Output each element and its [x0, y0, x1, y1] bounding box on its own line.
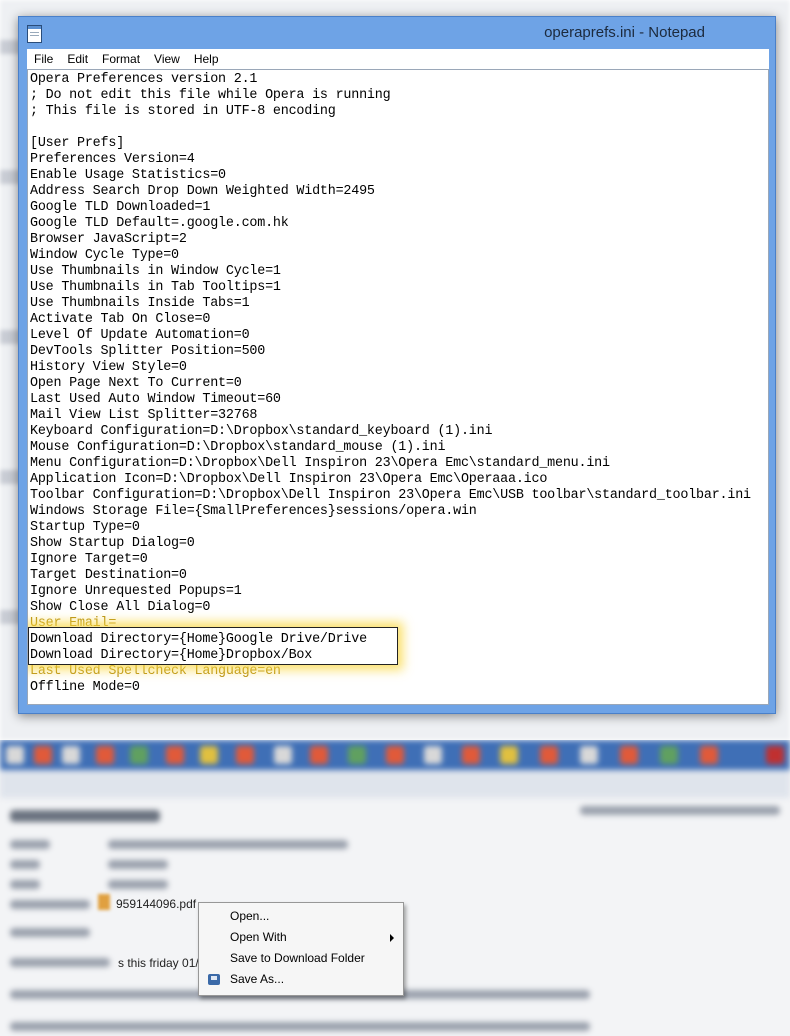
text-line: Offline Mode=0 [30, 680, 140, 695]
text-line: ; Do not edit this file while Opera is r… [30, 88, 391, 103]
attachment-name[interactable]: 959144096.pdf [116, 897, 196, 911]
text-line: Opera Preferences version 2.1 [30, 72, 258, 87]
text-line: Keyboard Configuration=D:\Dropbox\standa… [30, 424, 493, 439]
text-line [30, 120, 768, 136]
menu-format[interactable]: Format [95, 49, 147, 69]
text-line: Download Directory={Home}Dropbox/Box [30, 648, 313, 663]
text-line: Activate Tab On Close=0 [30, 312, 211, 327]
menu-item-save-to-download-folder[interactable]: Save to Download Folder [199, 948, 403, 969]
text-line: Address Search Drop Down Weighted Width=… [30, 184, 375, 199]
menu-item-open[interactable]: Open... [199, 906, 403, 927]
submenu-arrow-icon [390, 934, 394, 942]
text-line: History View Style=0 [30, 360, 187, 375]
text-line: Windows Storage File={SmallPreferences}s… [30, 504, 477, 519]
window-title: operaprefs.ini - Notepad [544, 24, 705, 41]
text-line: Ignore Target=0 [30, 552, 148, 567]
menu-item-label: Open With [230, 930, 287, 944]
text-line: Last Used Auto Window Timeout=60 [30, 392, 281, 407]
text-line: Show Startup Dialog=0 [30, 536, 195, 551]
text-line: Toolbar Configuration=D:\Dropbox\Dell In… [30, 488, 751, 503]
text-line: Menu Configuration=D:\Dropbox\Dell Inspi… [30, 456, 610, 471]
text-line: Google TLD Downloaded=1 [30, 200, 211, 215]
text-line: Preferences Version=4 [30, 152, 195, 167]
text-line: Mail View List Splitter=32768 [30, 408, 258, 423]
text-line: Startup Type=0 [30, 520, 140, 535]
text-line: [User Prefs] [30, 136, 125, 151]
text-line: Use Thumbnails in Tab Tooltips=1 [30, 280, 281, 295]
text-line: Window Cycle Type=0 [30, 248, 179, 263]
menu-item-open-with[interactable]: Open With [199, 927, 403, 948]
file-content: Opera Preferences version 2.1; Do not ed… [28, 70, 768, 696]
title-bar[interactable]: operaprefs.ini - Notepad [19, 17, 775, 49]
menu-item-label: Save to Download Folder [230, 951, 365, 965]
menu-item-save-as[interactable]: Save As... [199, 969, 403, 990]
notepad-window[interactable]: operaprefs.ini - Notepad File Edit Forma… [18, 16, 776, 714]
text-line: Enable Usage Statistics=0 [30, 168, 226, 183]
text-line: Last Used Spellcheck Language=en [30, 664, 281, 679]
menu-help[interactable]: Help [187, 49, 226, 69]
email-snippet: s this friday 01/0 [118, 956, 206, 970]
text-line: Application Icon=D:\Dropbox\Dell Inspiro… [30, 472, 548, 487]
menu-item-label: Open... [230, 909, 270, 923]
text-line: ; This file is stored in UTF-8 encoding [30, 104, 336, 119]
text-line: Use Thumbnails in Window Cycle=1 [30, 264, 281, 279]
text-line: Browser JavaScript=2 [30, 232, 187, 247]
menu-file[interactable]: File [27, 49, 60, 69]
email-toolbar [0, 740, 790, 770]
email-ribbon [0, 770, 790, 798]
text-line: Mouse Configuration=D:\Dropbox\standard_… [30, 440, 446, 455]
menu-item-label: Save As... [230, 972, 285, 986]
text-line: Google TLD Default=.google.com.hk [30, 216, 289, 231]
menu-bar: File Edit Format View Help [27, 49, 769, 69]
text-line: Download Directory={Home}Google Drive/Dr… [30, 632, 367, 647]
text-line: Level Of Update Automation=0 [30, 328, 250, 343]
text-line: Target Destination=0 [30, 568, 187, 583]
pdf-file-icon [98, 894, 110, 910]
context-menu: Open... Open With Save to Download Folde… [198, 902, 404, 996]
text-line: DevTools Splitter Position=500 [30, 344, 266, 359]
text-line: Open Page Next To Current=0 [30, 376, 242, 391]
email-client: 959144096.pdf s this friday 01/0 Open...… [0, 740, 790, 1036]
text-line: Use Thumbnails Inside Tabs=1 [30, 296, 250, 311]
text-line: Ignore Unrequested Popups=1 [30, 584, 242, 599]
text-editor[interactable]: Opera Preferences version 2.1; Do not ed… [27, 69, 769, 705]
text-line: Show Close All Dialog=0 [30, 600, 211, 615]
menu-edit[interactable]: Edit [60, 49, 95, 69]
save-icon [208, 974, 220, 985]
menu-view[interactable]: View [147, 49, 187, 69]
